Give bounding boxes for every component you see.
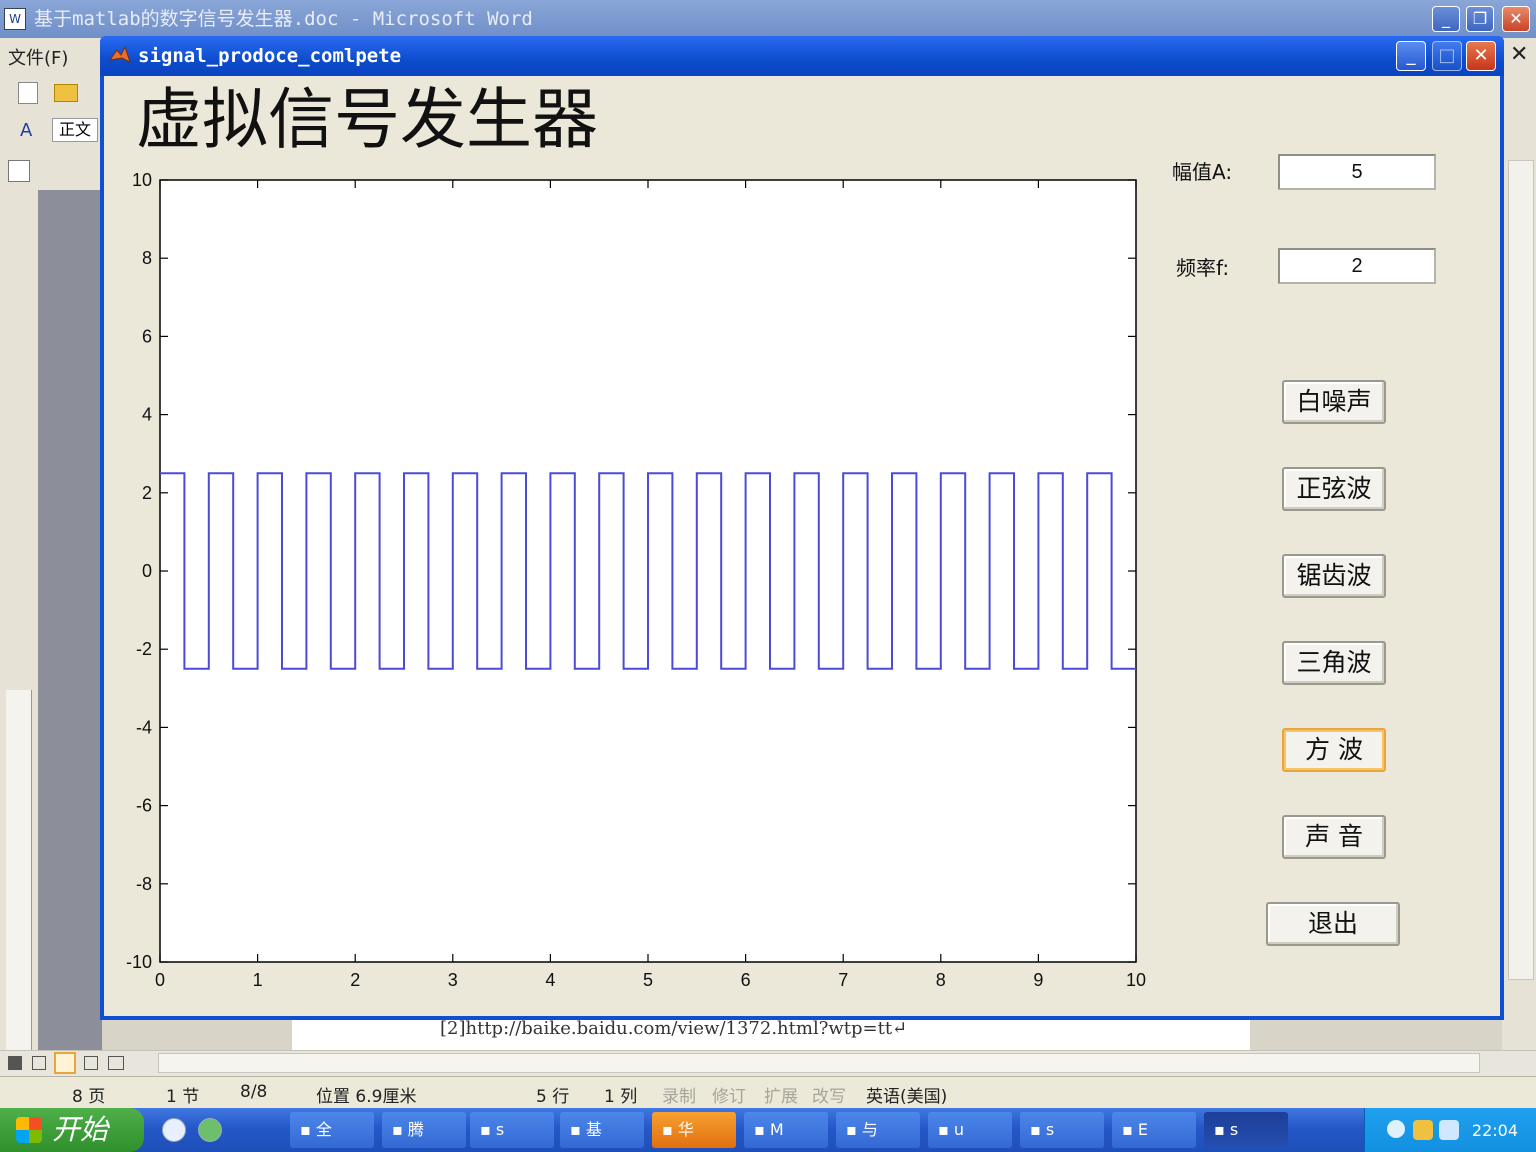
- document-close-icon[interactable]: ✕: [1510, 42, 1528, 67]
- taskbar-item[interactable]: ▪ 基: [560, 1112, 644, 1148]
- white-noise-button[interactable]: 白噪声: [1282, 380, 1386, 424]
- normal-view-icon[interactable]: [8, 1056, 22, 1070]
- start-label: 开始: [52, 1113, 109, 1146]
- y-tick-label: 0: [142, 561, 152, 581]
- taskbar-item[interactable]: ▪ 腾: [382, 1112, 466, 1148]
- figure-title-bar[interactable]: signal_prodoce_comlpete: [100, 36, 1504, 76]
- word-close-button[interactable]: ✕: [1502, 6, 1530, 32]
- status-section: 1 节: [166, 1087, 200, 1107]
- tab-selector-icon[interactable]: [8, 160, 30, 182]
- word-app-icon[interactable]: W: [4, 8, 26, 30]
- open-folder-icon[interactable]: [54, 84, 78, 102]
- x-tick-label: 0: [155, 970, 165, 990]
- y-tick-label: 4: [142, 405, 152, 425]
- new-document-icon[interactable]: [18, 82, 38, 104]
- y-tick-label: -2: [136, 639, 152, 659]
- word-minimize-button[interactable]: _: [1432, 6, 1460, 32]
- y-tick-label: -6: [136, 796, 152, 816]
- figure-close-button[interactable]: ✕: [1466, 41, 1496, 71]
- reading-view-icon[interactable]: [108, 1056, 124, 1070]
- word-title-text: 基于matlab的数字信号发生器.doc - Microsoft Word: [34, 8, 533, 30]
- x-tick-label: 5: [643, 970, 653, 990]
- sound-button[interactable]: 声 音: [1282, 815, 1386, 859]
- style-box[interactable]: 正文: [52, 118, 98, 142]
- style-icon[interactable]: A: [20, 120, 32, 141]
- y-tick-label: 2: [142, 483, 152, 503]
- status-trk[interactable]: 修订: [712, 1082, 746, 1107]
- status-ovr[interactable]: 改写: [812, 1082, 846, 1107]
- x-tick-label: 9: [1033, 970, 1043, 990]
- x-tick-label: 1: [253, 970, 263, 990]
- menu-file[interactable]: 文件(F): [8, 44, 68, 70]
- figure-title: signal_prodoce_comlpete: [138, 45, 402, 67]
- status-bar: 8 页 1 节 8/8 位置 6.9厘米 5 行 1 列 录制 修订 扩展 改写…: [0, 1076, 1536, 1108]
- show-desktop-icon[interactable]: [162, 1118, 186, 1142]
- vertical-ruler: [6, 690, 32, 1050]
- amplitude-input[interactable]: 5: [1278, 154, 1436, 190]
- status-language: 英语(美国): [866, 1087, 948, 1107]
- horizontal-scrollbar[interactable]: [158, 1053, 1480, 1073]
- word-restore-button[interactable]: ❐: [1466, 6, 1494, 32]
- x-tick-label: 6: [741, 970, 751, 990]
- outline-view-icon[interactable]: [84, 1056, 98, 1070]
- y-tick-label: 8: [142, 248, 152, 268]
- status-position: 位置 6.9厘米: [316, 1087, 417, 1107]
- taskbar-item[interactable]: ▪ s: [1020, 1112, 1104, 1148]
- plot-axes[interactable]: 0 1 2 3 4 5 6 7 8 9 10 -10 -8 -6 -4 -2 0 2 4 6 8 10: [104, 150, 1164, 1000]
- y-tick-label: 10: [132, 170, 152, 190]
- x-tick-label: 4: [545, 970, 555, 990]
- matlab-icon[interactable]: [108, 44, 132, 68]
- print-view-icon[interactable]: [54, 1052, 76, 1074]
- taskbar-item[interactable]: ▪ s: [470, 1112, 554, 1148]
- taskbar-item[interactable]: ▪ 全: [290, 1112, 374, 1148]
- figure-maximize-button[interactable]: □: [1432, 41, 1462, 71]
- taskbar-item[interactable]: ▪ s: [1204, 1112, 1288, 1148]
- square-wave-button[interactable]: 方 波: [1282, 728, 1386, 772]
- sine-wave-button[interactable]: 正弦波: [1282, 467, 1386, 511]
- taskbar-item[interactable]: ▪ u: [928, 1112, 1012, 1148]
- taskbar-item[interactable]: ▪ E: [1112, 1112, 1196, 1148]
- document-text-line: [2]http://baike.baidu.com/view/1372.html…: [440, 1018, 908, 1039]
- taskbar-item[interactable]: ▪ 与: [836, 1112, 920, 1148]
- status-rec[interactable]: 录制: [662, 1082, 696, 1107]
- x-tick-label: 3: [448, 970, 458, 990]
- tray-app-icon[interactable]: [1413, 1120, 1433, 1140]
- y-tick-label: -4: [136, 717, 152, 737]
- triangle-wave-button[interactable]: 三角波: [1282, 641, 1386, 685]
- exit-button[interactable]: 退出: [1266, 902, 1400, 946]
- word-canvas-margin: [38, 190, 102, 1050]
- tray-expand-icon[interactable]: [1387, 1120, 1405, 1138]
- amplitude-label: 幅值A:: [1172, 160, 1233, 184]
- y-tick-label: 6: [142, 326, 152, 346]
- status-column: 1 列: [604, 1087, 638, 1107]
- status-ext[interactable]: 扩展: [764, 1082, 798, 1107]
- x-tick-label: 8: [936, 970, 946, 990]
- status-page-of: 8/8: [240, 1082, 268, 1102]
- word-vertical-scrollbar[interactable]: [1508, 160, 1534, 980]
- figure-minimize-button[interactable]: _: [1396, 41, 1426, 71]
- word-title-bar: 基于matlab的数字信号发生器.doc - Microsoft Word: [0, 0, 1536, 38]
- web-view-icon[interactable]: [32, 1056, 46, 1070]
- clock[interactable]: 22:04: [1472, 1121, 1518, 1140]
- status-line: 5 行: [536, 1087, 570, 1107]
- taskbar-item[interactable]: ▪ M: [744, 1112, 828, 1148]
- frequency-input[interactable]: 2: [1278, 248, 1436, 284]
- figure-heading: 虚拟信号发生器: [136, 81, 598, 158]
- windows-logo-icon: [16, 1117, 42, 1143]
- tray-network-icon[interactable]: [1439, 1120, 1459, 1140]
- system-tray: 22:04: [1364, 1108, 1536, 1152]
- sawtooth-wave-button[interactable]: 锯齿波: [1282, 554, 1386, 598]
- y-tick-label: -10: [126, 952, 152, 972]
- frequency-label: 频率f:: [1176, 256, 1230, 280]
- browser-icon[interactable]: [198, 1118, 222, 1142]
- taskbar-item[interactable]: ▪ 华: [652, 1112, 736, 1148]
- y-tick-label: -8: [136, 874, 152, 894]
- status-page: 8 页: [72, 1087, 106, 1107]
- x-tick-label: 2: [350, 970, 360, 990]
- x-tick-label: 7: [838, 970, 848, 990]
- square-wave-line: [160, 472, 1136, 670]
- x-tick-label: 10: [1126, 970, 1146, 990]
